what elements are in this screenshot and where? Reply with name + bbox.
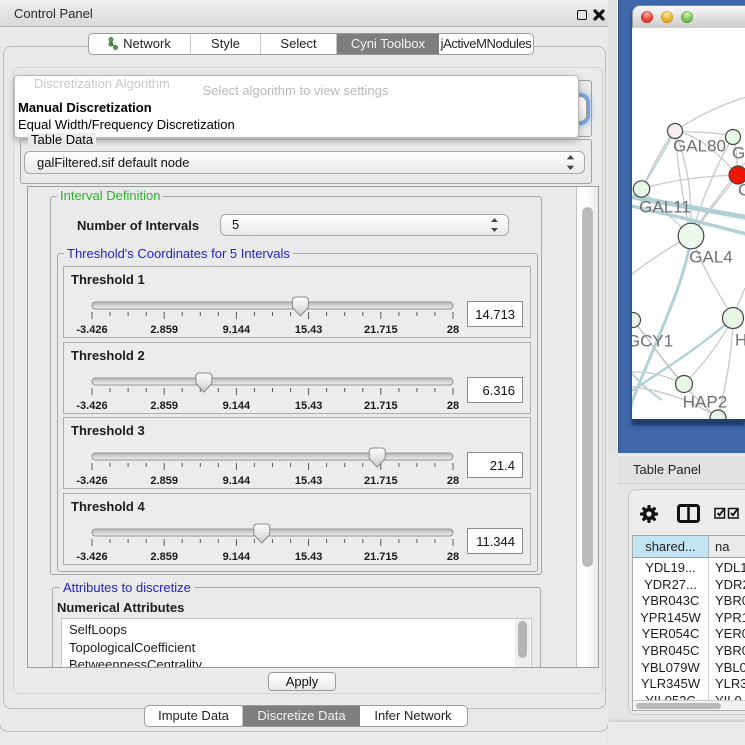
svg-text:GAL11: GAL11: [639, 198, 691, 217]
svg-text:GAL80: GAL80: [673, 137, 726, 156]
svg-text:-3.426: -3.426: [76, 400, 107, 412]
svg-text:15.43: 15.43: [295, 551, 323, 563]
svg-text:2.859: 2.859: [150, 400, 178, 412]
svg-text:21.715: 21.715: [364, 551, 398, 563]
svg-text:2.859: 2.859: [150, 551, 178, 563]
svg-text:-3.426: -3.426: [76, 475, 107, 487]
svg-text:-3.426: -3.426: [76, 551, 107, 563]
svg-text:C: C: [738, 181, 745, 200]
svg-text:21.715: 21.715: [364, 400, 398, 412]
svg-text:H: H: [735, 331, 745, 350]
svg-text:-3.426: -3.426: [76, 324, 107, 336]
svg-text:28: 28: [447, 551, 459, 563]
svg-text:21.715: 21.715: [364, 475, 398, 487]
svg-text:9.144: 9.144: [223, 324, 251, 336]
svg-text:GAL: GAL: [732, 144, 745, 163]
svg-text:15.43: 15.43: [295, 324, 323, 336]
svg-text:9.144: 9.144: [223, 475, 251, 487]
svg-text:21.715: 21.715: [364, 324, 398, 336]
svg-text:2.859: 2.859: [150, 475, 178, 487]
svg-text:9.144: 9.144: [223, 400, 251, 412]
svg-text:15.43: 15.43: [295, 475, 323, 487]
svg-text:9.144: 9.144: [223, 551, 251, 563]
svg-text:28: 28: [447, 475, 459, 487]
svg-text:GCY1: GCY1: [632, 332, 673, 351]
svg-text:2.859: 2.859: [150, 324, 178, 336]
svg-text:28: 28: [447, 400, 459, 412]
svg-text:28: 28: [447, 324, 459, 336]
svg-text:15.43: 15.43: [295, 400, 323, 412]
svg-text:HAP2: HAP2: [683, 393, 727, 412]
svg-text:GAL4: GAL4: [689, 248, 732, 267]
